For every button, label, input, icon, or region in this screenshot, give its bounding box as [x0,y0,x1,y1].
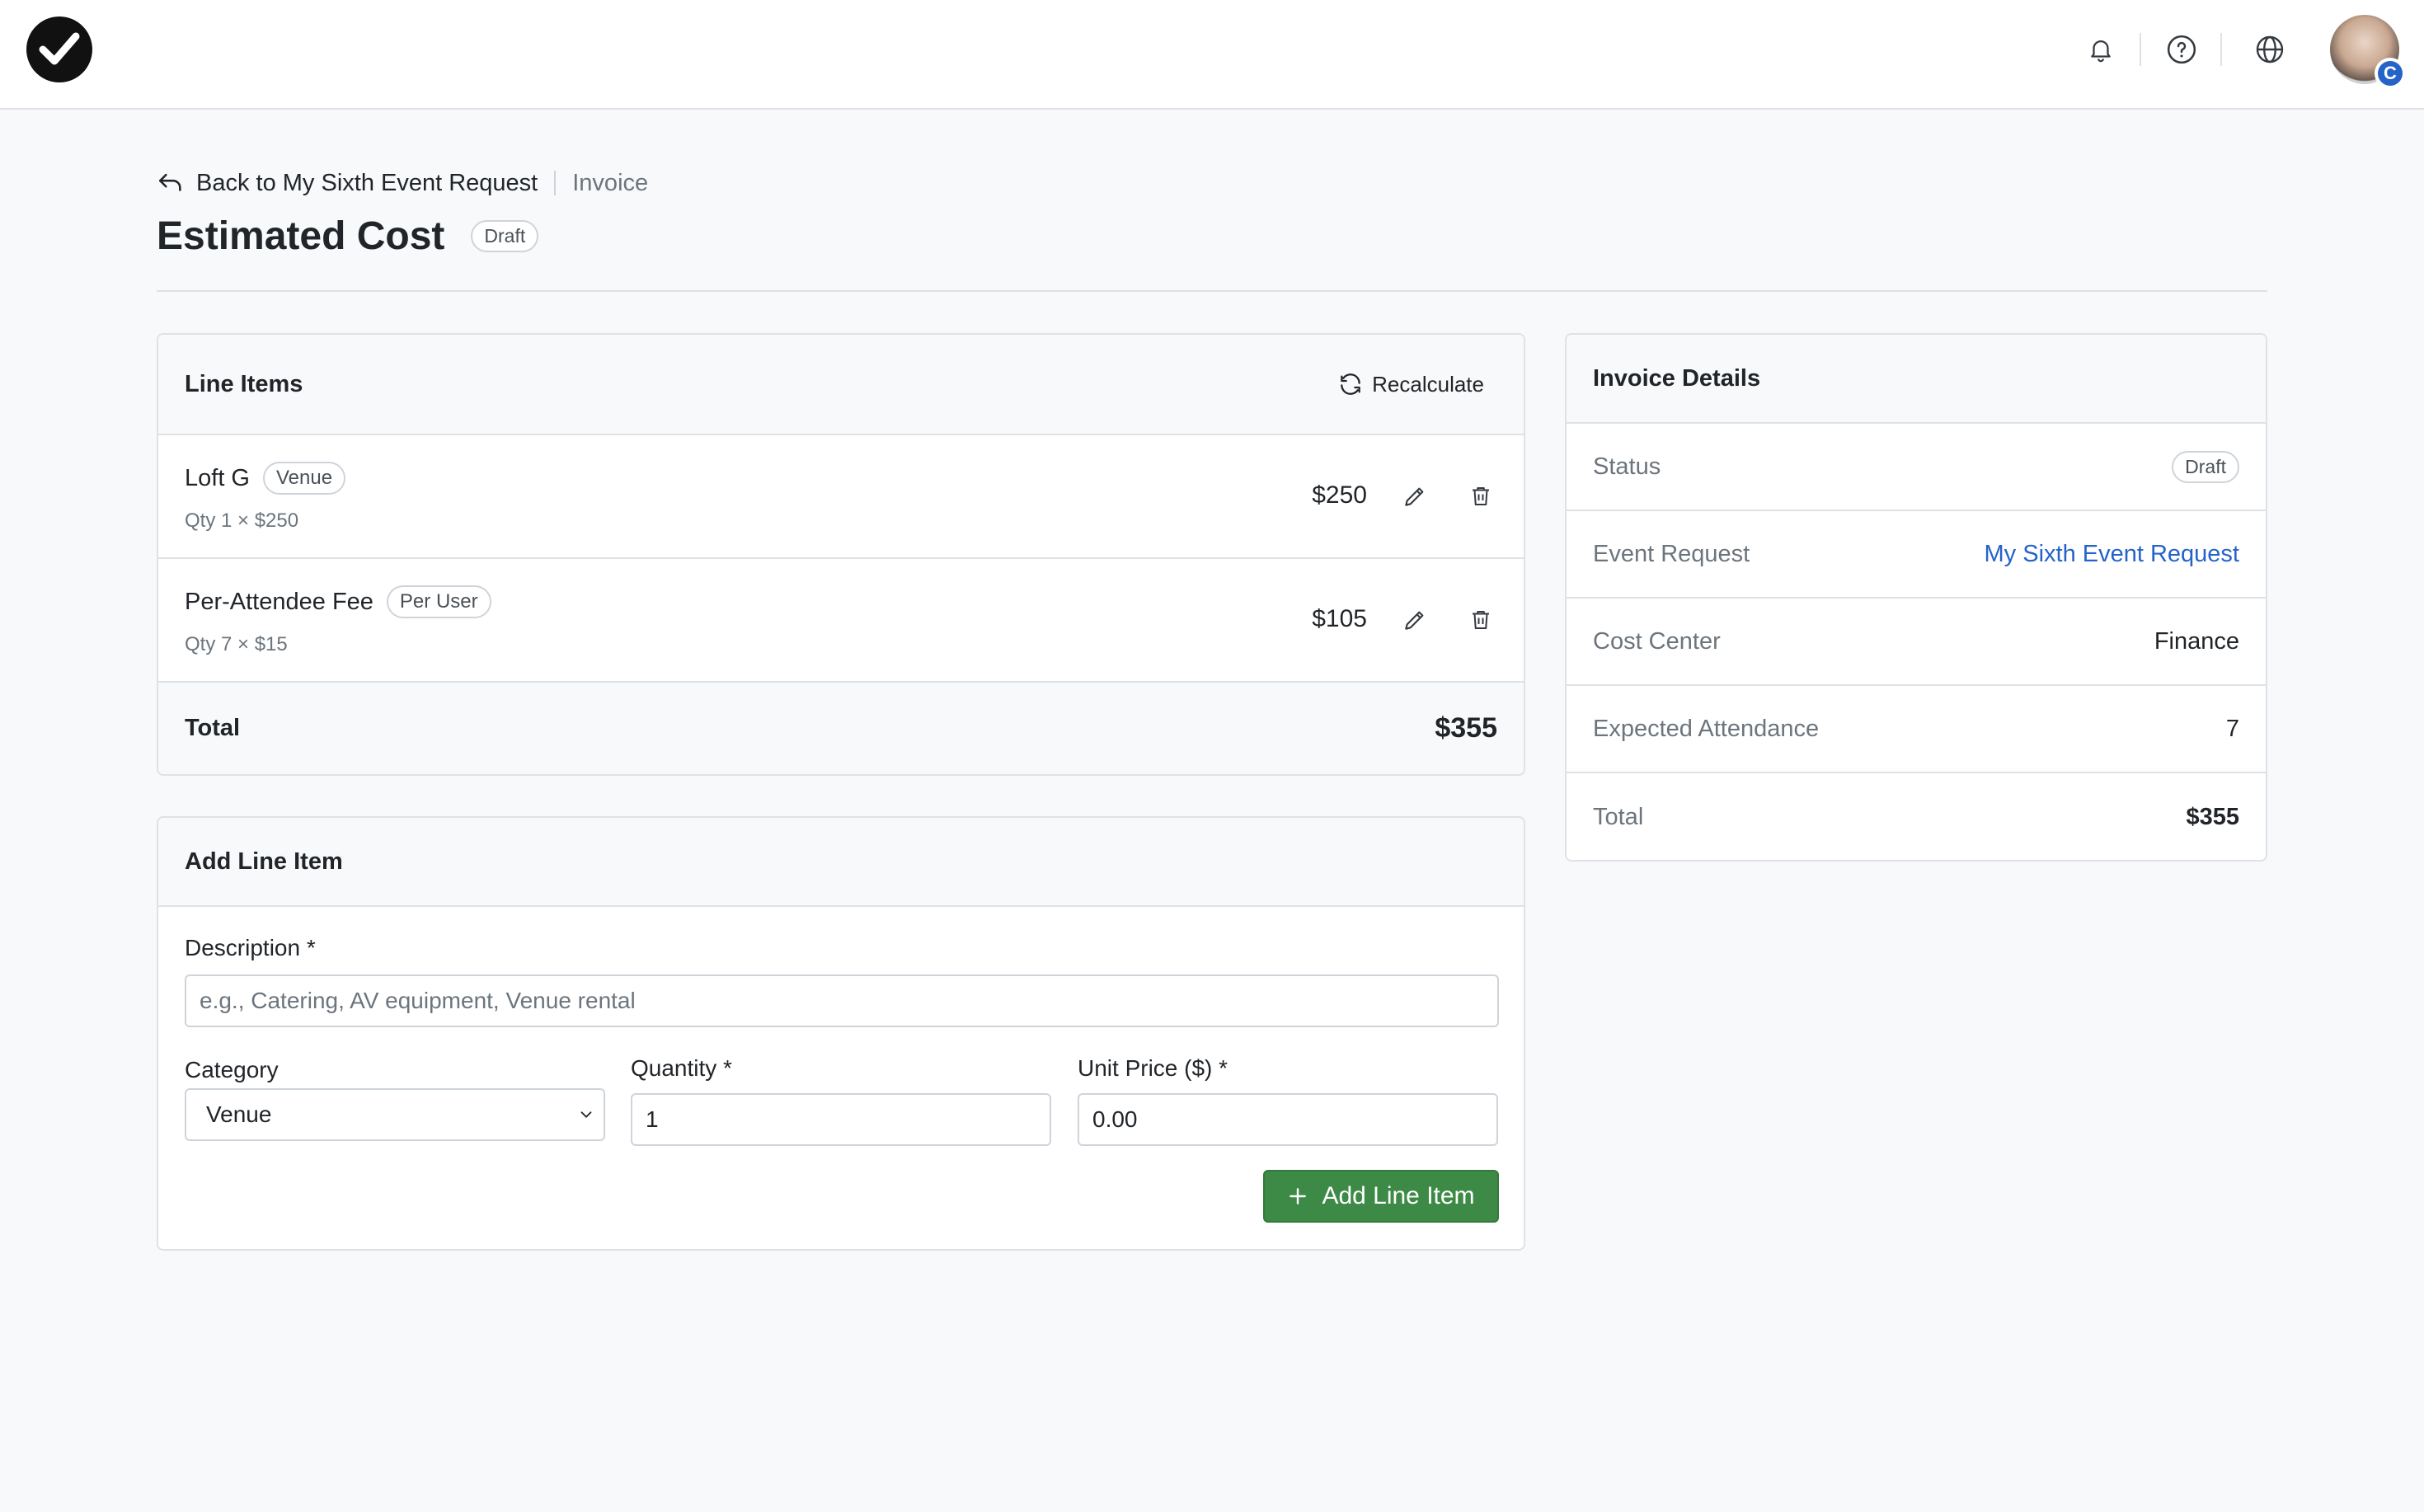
quantity-input[interactable] [631,1093,1051,1146]
add-line-item-title: Add Line Item [185,848,343,875]
detail-value: $355 [2186,803,2239,830]
detail-row-status: Status Draft [1567,424,2266,511]
status-badge: Draft [471,219,539,252]
refresh-icon [1341,373,1360,395]
category-label: Category [185,1057,279,1082]
detail-row-expected-attendance: Expected Attendance 7 [1567,686,2266,773]
app-logo[interactable] [26,16,92,82]
line-item-name-group: Per-Attendee Fee Per User [185,585,491,618]
line-items-header: Line Items Recalculate [158,335,1524,435]
line-item-row: Per-Attendee Fee Per User Qty 7 × $15 $1… [158,559,1524,683]
user-avatar[interactable]: C [2330,15,2406,89]
header-divider [157,290,2267,292]
plus-icon [1290,1188,1307,1204]
page-title-row: Estimated Cost Draft [157,208,539,264]
add-line-item-button-label: Add Line Item [1322,1182,1475,1209]
edit-line-item-button[interactable] [1398,480,1431,513]
back-link-label: Back to My Sixth Event Request [196,169,538,196]
add-line-item-button[interactable]: Add Line Item [1263,1170,1499,1223]
detail-key: Status [1593,453,1661,480]
line-item-row: Loft G Venue Qty 1 × $250 $250 [158,435,1524,559]
detail-key: Expected Attendance [1593,715,1820,742]
notifications-button[interactable] [2081,30,2121,69]
quantity-label: Quantity * [631,1055,732,1081]
line-item-category-badge: Venue [263,462,346,495]
checkmark-icon [39,32,80,65]
category-selected-value: Venue [206,1101,272,1127]
pencil-icon [1405,611,1424,630]
total-value: $355 [1435,712,1497,744]
detail-key: Event Request [1593,540,1750,567]
detail-key: Cost Center [1593,627,1721,655]
line-item-quantity-detail: Qty 7 × $15 [185,633,288,655]
trash-icon [1473,487,1489,505]
trash-icon [1473,611,1489,629]
globe-icon [2256,35,2284,63]
invoice-details-title: Invoice Details [1593,364,1761,392]
breadcrumb: Back to My Sixth Event Request Invoice [157,165,648,201]
line-items-card: Line Items Recalculate Loft G Venue Qty … [157,333,1525,776]
detail-value: Finance [2154,627,2239,655]
avatar-badge-letter: C [2378,61,2403,86]
line-item-quantity-detail: Qty 1 × $250 [185,509,299,532]
unit-price-input[interactable] [1078,1093,1498,1146]
line-item-amount: $250 [1312,481,1367,509]
page-title: Estimated Cost [157,214,445,258]
line-item-category-badge: Per User [386,585,491,618]
detail-row-event-request: Event Request My Sixth Event Request [1567,511,2266,599]
topbar-divider [2220,33,2222,66]
description-label: Description * [185,935,316,960]
line-item-name: Per-Attendee Fee [185,588,373,615]
back-arrow-icon [158,173,181,191]
pencil-icon [1405,487,1424,506]
invoice-details-header: Invoice Details [1567,335,2266,424]
back-link[interactable]: Back to My Sixth Event Request [157,170,538,197]
recalculate-button[interactable]: Recalculate [1337,371,1484,397]
line-item-name: Loft G [185,464,250,491]
detail-value: 7 [2225,715,2239,742]
category-select[interactable]: Venue [185,1088,605,1141]
status-badge: Draft [2172,450,2239,483]
breadcrumb-separator [554,171,557,195]
top-bar: C [0,0,2424,110]
topbar-divider [2140,33,2141,66]
help-button[interactable] [2162,30,2201,69]
description-input[interactable] [185,974,1499,1027]
line-item-name-group: Loft G Venue [185,462,346,495]
line-items-total-row: Total $355 [158,683,1524,774]
invoice-details-card: Invoice Details Status Draft Event Reque… [1565,333,2267,862]
bell-icon [2091,40,2111,63]
chevron-down-icon [580,1111,592,1118]
line-items-title: Line Items [185,370,303,397]
recalculate-label: Recalculate [1372,371,1484,397]
language-button[interactable] [2250,30,2290,69]
detail-key: Total [1593,803,1644,830]
add-line-item-header: Add Line Item [158,818,1524,907]
total-label: Total [185,715,241,741]
delete-line-item-button[interactable] [1464,603,1497,636]
delete-line-item-button[interactable] [1464,480,1497,513]
help-icon [2167,35,2196,64]
unit-price-label: Unit Price ($) * [1078,1055,1228,1081]
breadcrumb-current: Invoice [572,169,649,196]
edit-line-item-button[interactable] [1398,603,1431,636]
add-line-item-card: Add Line Item Description * Category Ven… [157,816,1525,1251]
event-request-link[interactable]: My Sixth Event Request [1985,541,2239,568]
detail-row-cost-center: Cost Center Finance [1567,599,2266,686]
avatar-badge: C [2375,58,2406,89]
line-item-amount: $105 [1312,605,1367,632]
detail-row-total: Total $355 [1567,773,2266,860]
